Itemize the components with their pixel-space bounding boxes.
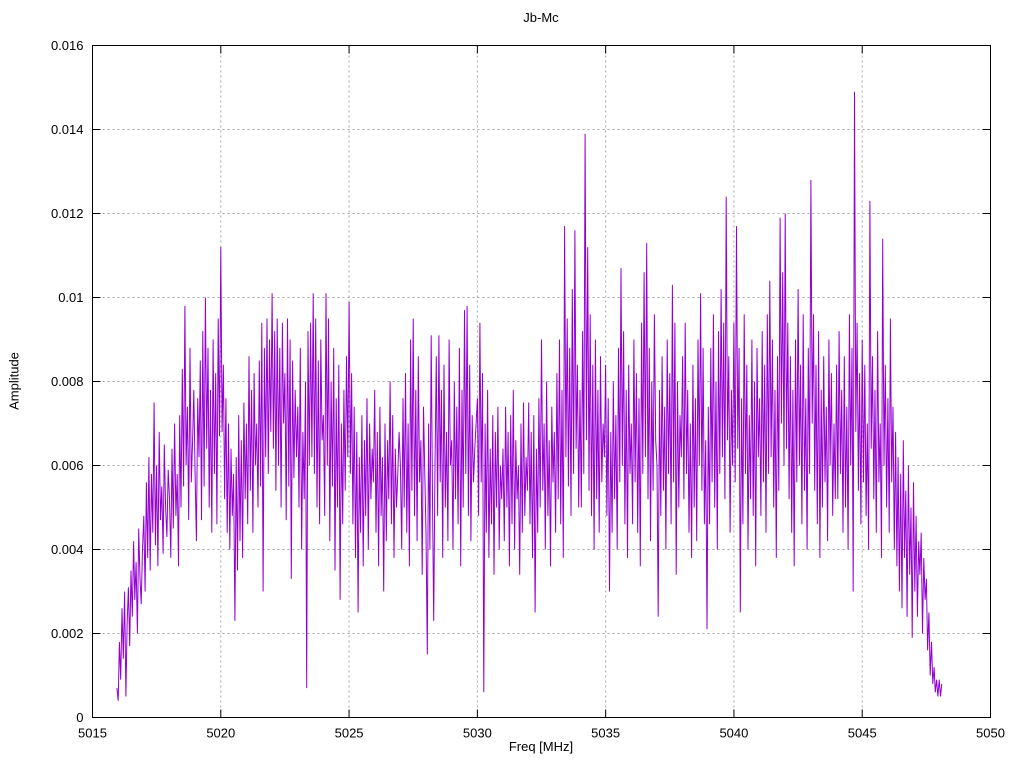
x-tick-label: 5025 bbox=[335, 726, 364, 741]
y-tick-label: 0.012 bbox=[51, 206, 84, 221]
x-tick-label: 5030 bbox=[463, 726, 492, 741]
x-tick-label: 5020 bbox=[206, 726, 235, 741]
y-tick-label: 0.006 bbox=[51, 458, 84, 473]
x-tick-label: 5040 bbox=[719, 726, 748, 741]
chart-figure: Jb-Mc Amplitude Freq [MHz] 5015 5020 5025 5… bbox=[0, 0, 1024, 768]
y-tick-label: 0.008 bbox=[51, 374, 84, 389]
x-tick-label: 5015 bbox=[78, 726, 107, 741]
x-tick-label: 5050 bbox=[976, 726, 1005, 741]
y-tick-label: 0.014 bbox=[51, 122, 84, 137]
y-tick-label: 0 bbox=[76, 710, 83, 725]
y-tick-label: 0.01 bbox=[58, 290, 83, 305]
y-tick-label: 0.002 bbox=[51, 626, 84, 641]
y-tick-label: 0.016 bbox=[51, 38, 84, 53]
y-tick-label: 0.004 bbox=[51, 542, 84, 557]
x-tick-label: 5045 bbox=[848, 726, 877, 741]
data-series-path bbox=[116, 91, 943, 701]
x-tick-label: 5035 bbox=[591, 726, 620, 741]
plot-area: 5015 5020 5025 5030 5035 5040 5045 5050 0 0.002 0.… bbox=[51, 38, 1005, 741]
